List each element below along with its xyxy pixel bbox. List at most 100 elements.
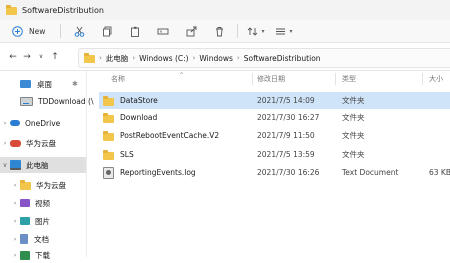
sort-up-icon: ^ — [179, 72, 185, 79]
folder-icon — [6, 5, 17, 15]
sidebar-item-label: 图片 — [35, 216, 50, 226]
column-header-name[interactable]: 名称 — [111, 71, 125, 87]
back-arrow-icon[interactable]: ← — [6, 52, 20, 62]
view-icon — [276, 28, 286, 34]
sidebar-item-label: 华为云盘 — [36, 180, 66, 190]
new-button-label: New — [29, 26, 46, 36]
sidebar-item-downloads[interactable]: › 下载 — [0, 247, 50, 263]
sidebar-item-tddownload[interactable]: TDDownload (\ — [0, 93, 93, 109]
recent-chevron-icon[interactable]: ∨ — [34, 53, 48, 60]
breadcrumb-windows[interactable]: Windows — [199, 54, 232, 63]
file-row-sls[interactable]: SLS 2021/7/5 13:59 文件夹 — [99, 146, 450, 163]
file-explorer-window: SoftwareDistribution New ▾ ▾ ← → ∨ ↑ › 此… — [0, 0, 450, 260]
file-name: SLS — [120, 150, 134, 159]
file-row-postrebooteventcache[interactable]: PostRebootEventCache.V2 2021/7/9 11:50 文… — [99, 127, 450, 144]
window-title: SoftwareDistribution — [22, 5, 104, 15]
sidebar-item-this-pc[interactable]: ∨ 此电脑 — [0, 157, 86, 173]
sidebar-item-onedrive[interactable]: › OneDrive — [0, 115, 61, 131]
drive-icon — [20, 96, 33, 106]
rename-icon — [157, 28, 169, 34]
new-button[interactable]: New — [8, 22, 56, 40]
desktop-icon — [20, 80, 31, 88]
column-header-date[interactable]: 修改日期 — [257, 71, 285, 87]
column-divider[interactable] — [335, 73, 336, 85]
plus-circle-icon — [12, 25, 23, 37]
chevron-right-icon[interactable]: › — [10, 235, 20, 243]
file-date: 2021/7/5 14:09 — [257, 96, 315, 105]
file-row-datastore[interactable]: DataStore 2021/7/5 14:09 文件夹 — [99, 92, 450, 109]
file-row-reportingevents[interactable]: ReportingEvents.log 2021/7/30 16:26 Text… — [99, 164, 450, 181]
sidebar-item-documents[interactable]: › 文档 — [0, 231, 49, 247]
column-divider[interactable] — [422, 73, 423, 85]
file-list: 名称 ^ 修改日期 类型 大小 DataStore 2021/7/5 14:09… — [87, 71, 450, 257]
file-name: PostRebootEventCache.V2 — [120, 131, 220, 140]
sidebar-item-huawei-cloud-pc[interactable]: › 华为云盘 — [0, 177, 66, 193]
pin-icon: ✱ — [72, 80, 78, 88]
log-file-icon — [103, 166, 114, 179]
huawei-cloud-icon — [10, 139, 21, 147]
toolbar-divider — [237, 24, 238, 38]
folder-icon — [84, 53, 95, 63]
column-divider[interactable] — [252, 73, 253, 85]
sidebar-item-label: 此电脑 — [26, 160, 49, 170]
file-type: Text Document — [342, 168, 399, 177]
file-size: 63 KB — [429, 168, 450, 177]
up-arrow-icon[interactable]: ↑ — [48, 52, 62, 62]
copy-icon — [102, 26, 111, 36]
file-date: 2021/7/9 11:50 — [257, 131, 315, 140]
rename-button[interactable] — [155, 22, 171, 40]
chevron-right-icon: › — [99, 54, 102, 62]
file-type: 文件夹 — [342, 113, 365, 122]
file-name: ReportingEvents.log — [120, 168, 196, 177]
chevron-right-icon: › — [236, 54, 240, 62]
file-type: 文件夹 — [342, 150, 365, 159]
sidebar-item-videos[interactable]: › 视频 — [0, 195, 50, 211]
sidebar-item-label: 华为云盘 — [26, 138, 56, 148]
sidebar-item-pictures[interactable]: › 图片 — [0, 213, 50, 229]
chevron-right-icon[interactable]: › — [0, 139, 10, 147]
breadcrumb-drive-c[interactable]: Windows (C:) — [139, 54, 188, 63]
sidebar-item-label: TDDownload (\ — [38, 96, 94, 106]
sort-button[interactable]: ▾ — [242, 22, 270, 40]
chevron-down-icon[interactable]: ∨ — [0, 161, 10, 169]
folder-icon — [103, 130, 114, 141]
breadcrumb-this-pc[interactable]: 此电脑 — [106, 53, 129, 64]
column-header-size[interactable]: 大小 — [429, 71, 443, 87]
view-button[interactable]: ▾ — [270, 22, 298, 40]
downloads-icon — [20, 250, 30, 260]
toolbar-divider — [60, 24, 61, 38]
forward-arrow-icon[interactable]: → — [20, 52, 34, 62]
file-name: Download — [120, 113, 158, 122]
delete-button[interactable] — [211, 22, 227, 40]
chevron-down-icon: ▾ — [261, 27, 265, 35]
file-row-download[interactable]: Download 2021/7/30 16:27 文件夹 — [99, 109, 450, 126]
chevron-down-icon: ▾ — [289, 27, 293, 35]
chevron-right-icon[interactable]: › — [10, 181, 20, 189]
file-type: 文件夹 — [342, 96, 365, 105]
title-bar: SoftwareDistribution — [0, 0, 450, 20]
navigation-pane: 桌面 ✱ TDDownload (\ › OneDrive › 华为云盘 ∨ 此… — [0, 71, 93, 260]
paste-button[interactable] — [127, 22, 143, 40]
chevron-right-icon[interactable]: › — [10, 251, 20, 259]
chevron-right-icon[interactable]: › — [0, 119, 10, 127]
sidebar-item-label: 桌面 — [37, 79, 52, 89]
column-header-type[interactable]: 类型 — [342, 71, 356, 87]
computer-icon — [10, 160, 21, 170]
file-name: DataStore — [120, 96, 158, 105]
sidebar-item-desktop[interactable]: 桌面 ✱ — [0, 76, 86, 92]
documents-icon — [20, 234, 28, 244]
copy-button[interactable] — [99, 22, 115, 40]
share-button[interactable] — [183, 22, 199, 40]
folder-icon — [103, 112, 114, 123]
sidebar-item-huawei-cloud[interactable]: › 华为云盘 — [0, 135, 56, 151]
cut-button[interactable] — [71, 22, 87, 40]
cut-icon — [74, 26, 84, 37]
chevron-right-icon[interactable]: › — [10, 217, 20, 225]
breadcrumb-softwaredistribution[interactable]: SoftwareDistribution — [244, 54, 321, 63]
chevron-right-icon[interactable]: › — [10, 199, 20, 207]
share-icon — [186, 26, 196, 36]
video-icon — [20, 199, 30, 207]
address-bar[interactable]: › 此电脑 › Windows (C:) › Windows › Softwar… — [78, 48, 450, 68]
sidebar-item-label: OneDrive — [25, 118, 61, 128]
column-header-row: 名称 ^ 修改日期 类型 大小 — [87, 71, 450, 87]
